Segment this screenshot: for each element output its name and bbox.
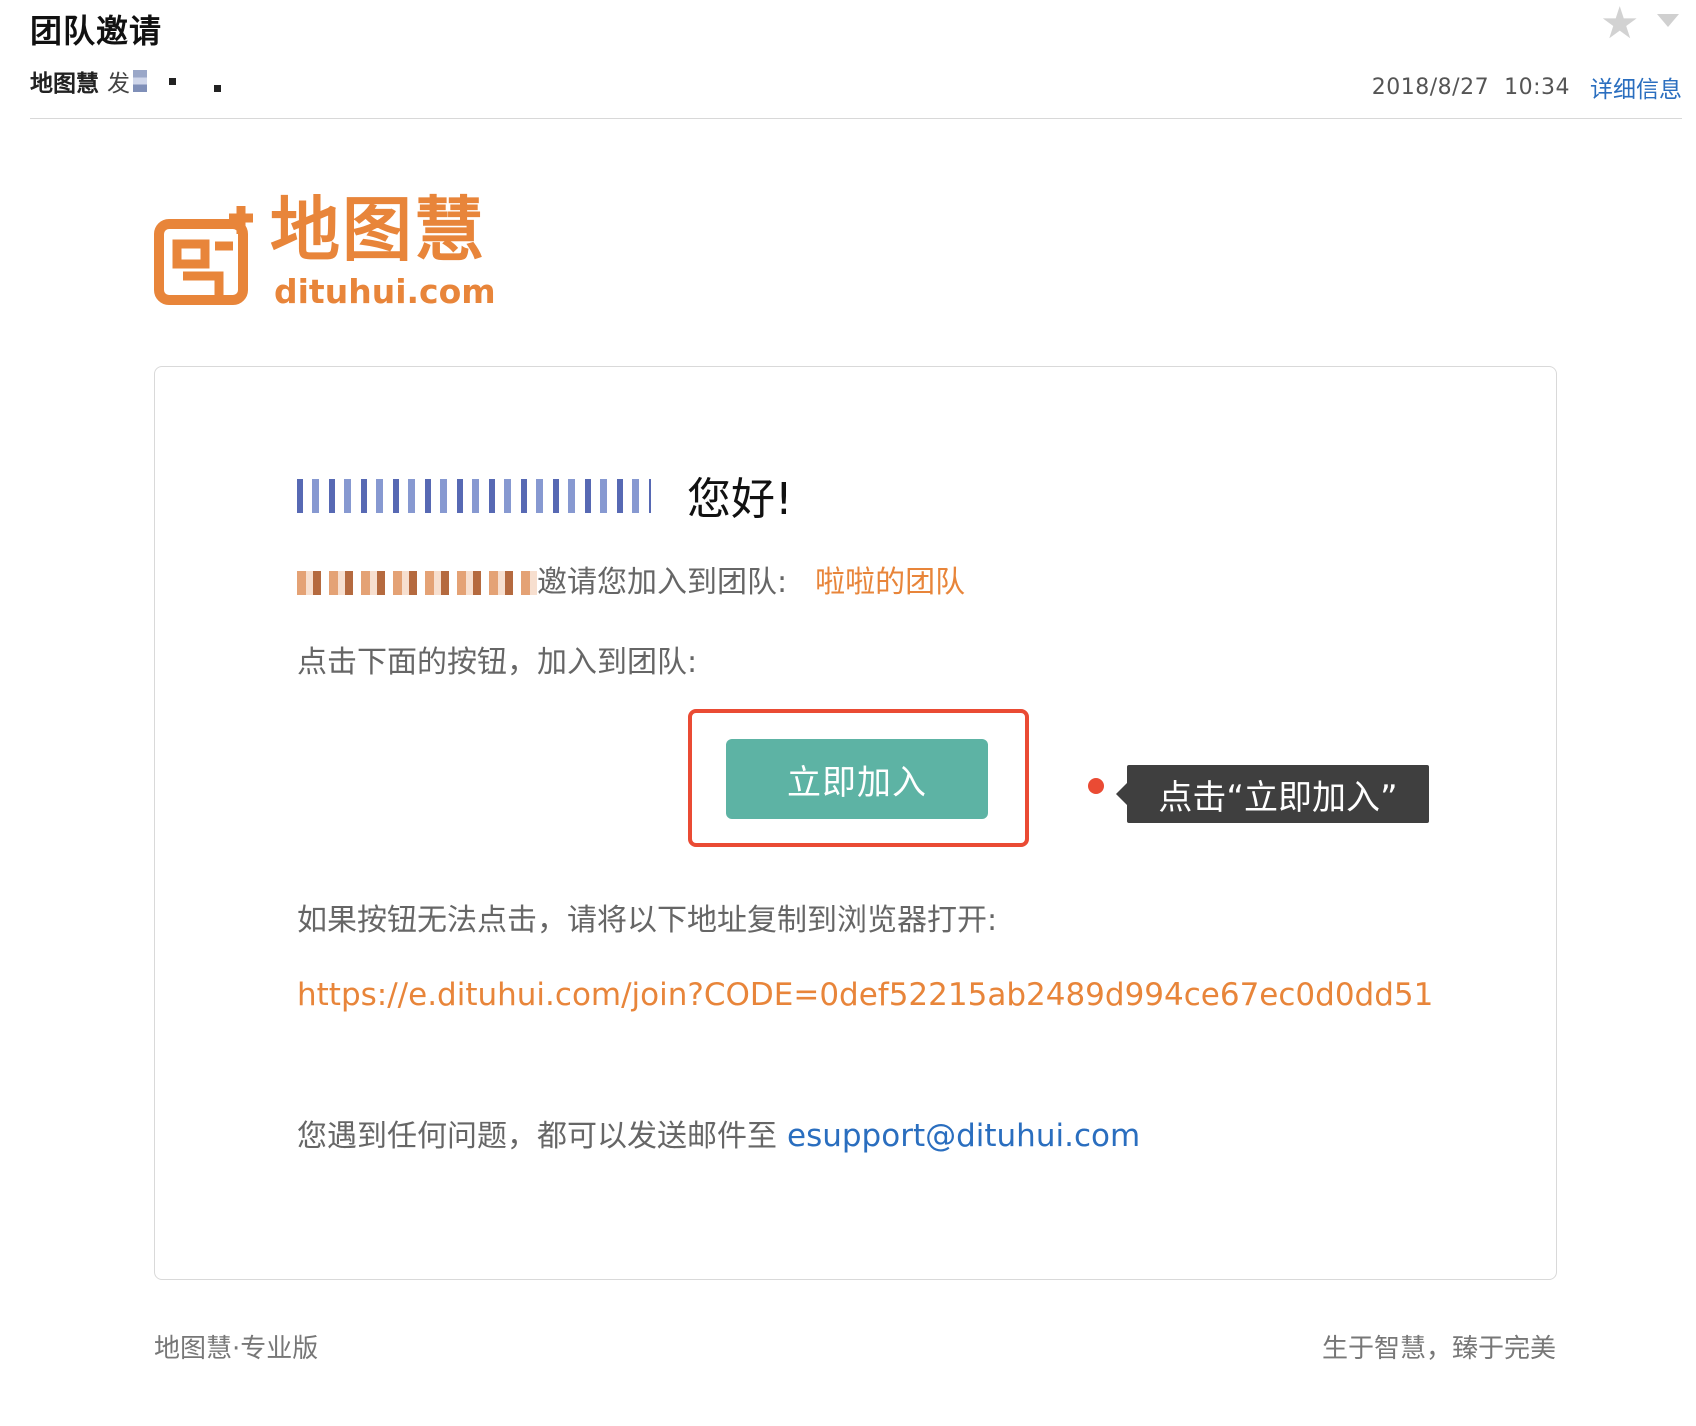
redacted-email	[297, 479, 651, 513]
greeting-row: 您好!	[297, 463, 793, 527]
invite-row: 邀请您加入到团队: 啦啦的团队	[297, 557, 965, 601]
footer-left: 地图慧·专业版	[154, 1334, 319, 1364]
logo-domain: dituhui.com	[274, 272, 496, 311]
star-icon[interactable]: ★	[1600, 2, 1639, 46]
callout-tooltip: 点击“立即加入”	[1116, 765, 1429, 823]
header-divider	[30, 118, 1682, 119]
email-subject: 团队邀请	[30, 12, 163, 50]
details-link[interactable]: 详细信息	[1590, 70, 1682, 104]
caret-down-icon[interactable]	[1657, 14, 1679, 27]
fallback-note: 如果按钮无法点击，请将以下地址复制到浏览器打开:	[297, 903, 998, 938]
support-row: 您遇到任何问题，都可以发送邮件至 esupport@dituhui.com	[297, 1111, 1140, 1155]
greeting-text: 您好!	[687, 474, 793, 525]
join-url-link[interactable]: https://e.dituhui.com/join?CODE=0def5221…	[297, 955, 1437, 1035]
join-now-button[interactable]: 立即加入	[726, 739, 988, 819]
email-date: 2018/8/27 10:34	[1371, 74, 1570, 100]
sender-row: 地图慧 发	[30, 64, 221, 98]
redacted-recipient-fragment	[133, 70, 147, 92]
redacted-recipient-fragment	[169, 77, 176, 85]
redacted-recipient-fragment	[214, 84, 221, 92]
sender-name: 地图慧	[30, 71, 99, 97]
redacted-inviter	[297, 571, 537, 595]
email-meta: 2018/8/27 10:34 详细信息	[1372, 70, 1682, 104]
footer-right: 生于智慧，臻于完美	[1321, 1334, 1556, 1364]
invitation-card: 您好! 邀请您加入到团队: 啦啦的团队 点击下面的按钮，加入到团队: 立即加入 …	[154, 366, 1557, 1280]
sender-verb: 发	[107, 71, 130, 97]
logo-name: 地图慧	[270, 189, 486, 271]
support-text: 您遇到任何问题，都可以发送邮件至	[297, 1119, 777, 1154]
support-email-link[interactable]: esupport@dituhui.com	[787, 1118, 1140, 1154]
instruction-text: 点击下面的按钮，加入到团队:	[297, 645, 698, 680]
logo-mark-icon	[154, 206, 253, 305]
callout-dot	[1088, 778, 1104, 794]
invite-text: 邀请您加入到团队:	[537, 565, 788, 600]
team-name: 啦啦的团队	[815, 565, 966, 600]
dituhui-logo: 地图慧 dituhui.com	[153, 190, 496, 316]
